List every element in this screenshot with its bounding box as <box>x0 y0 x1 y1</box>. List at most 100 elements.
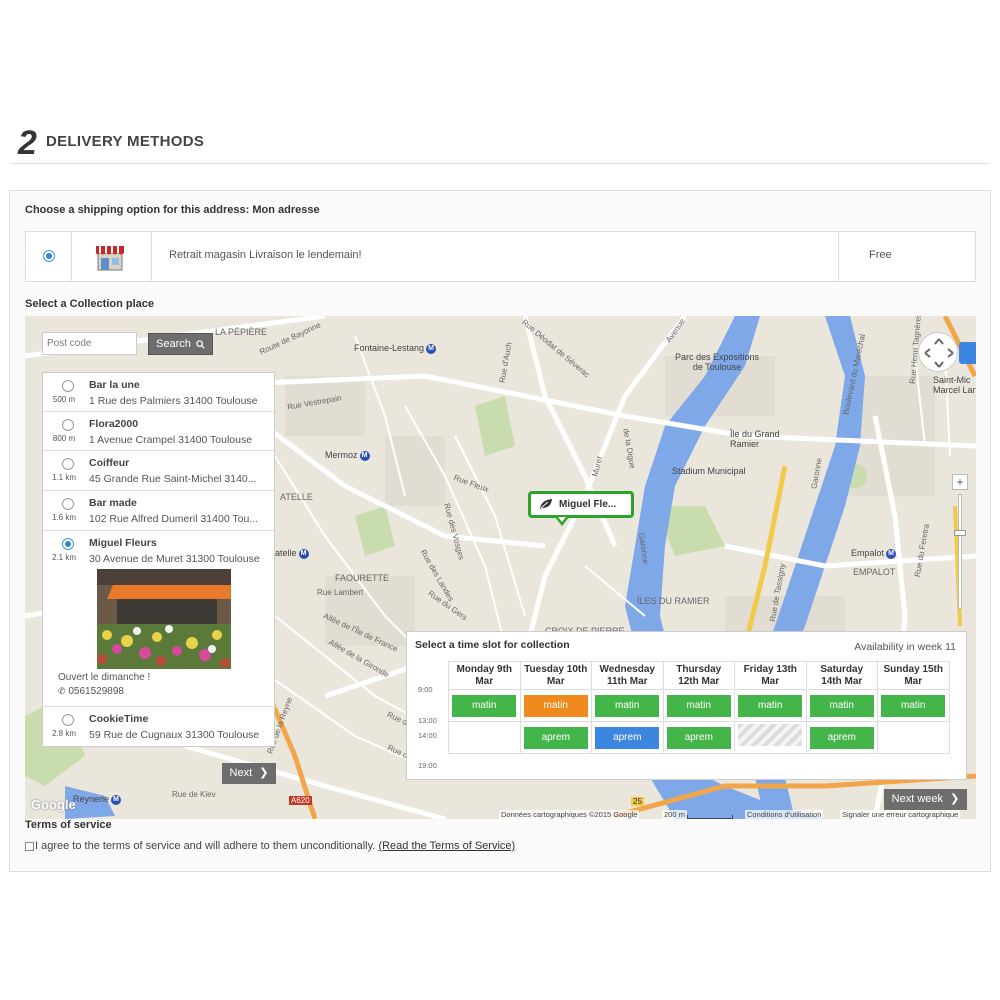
collection-place-item-selected[interactable]: 2.1 km Miguel Fleurs 30 Avenue de Muret … <box>43 531 276 707</box>
morning-slot-button[interactable]: matin <box>809 694 874 717</box>
morning-slot-cell: matin <box>519 689 592 722</box>
step-title: DELIVERY METHODS <box>46 133 205 150</box>
timeslot-week: Availability in week 11 <box>854 641 956 653</box>
timeslot-panel: Select a time slot for collection Availa… <box>406 631 967 780</box>
street-label: Rue de Kiev <box>172 790 216 799</box>
carrier-row[interactable]: Retrait magasin Livraison le lendemain! … <box>25 231 976 282</box>
chevron-right-icon: ❯ <box>950 793 960 805</box>
place-radio[interactable] <box>62 538 74 550</box>
morning-slot-button[interactable]: matin <box>738 694 803 717</box>
morning-slot-button[interactable]: matin <box>452 694 517 717</box>
morning-slot-cell: matin <box>591 689 664 722</box>
afternoon-slot-button[interactable]: aprem <box>595 726 660 749</box>
afternoon-slot-cell: aprem <box>662 721 735 754</box>
afternoon-slot-cell <box>448 721 521 754</box>
next-week-button[interactable]: Next week ❯ <box>884 789 967 810</box>
map[interactable]: Fontaine-Lestang M Parc des Expositions d… <box>25 316 976 819</box>
place-distance: 1.1 km <box>51 473 76 482</box>
afternoon-slot-cell <box>877 721 950 754</box>
collection-place-list: 500 m Bar la une 1 Rue des Palmiers 3140… <box>42 372 276 747</box>
morning-slot-cell: matin <box>734 689 807 722</box>
place-name: Bar made <box>89 497 137 509</box>
morning-slot-button[interactable]: matin <box>666 694 731 717</box>
morning-slot-cell: matin <box>448 689 521 722</box>
search-button[interactable]: Search <box>148 333 213 355</box>
collection-place-label: Select a Collection place <box>25 298 154 310</box>
zoom-slider[interactable] <box>958 494 962 609</box>
collection-place-item[interactable]: 2.8 km CookieTime 59 Rue de Cugnaux 3130… <box>43 707 276 747</box>
place-name: CookieTime <box>89 713 149 725</box>
place-distance: 2.8 km <box>51 729 76 738</box>
collection-place-item[interactable]: 1.6 km Bar made 102 Rue Alfred Dumeril 3… <box>43 491 276 531</box>
next-places-button[interactable]: Next ❯ <box>222 763 276 784</box>
map-label-stadium: Stadium Municipal <box>672 466 746 476</box>
map-label-pepiere: LA PÉPIÈRE <box>215 327 268 337</box>
place-address: 1 Avenue Crampel 31400 Toulouse <box>89 434 253 446</box>
terms-checkbox[interactable] <box>25 841 34 851</box>
place-distance: 500 m <box>52 395 76 404</box>
map-scale-bar <box>687 815 733 819</box>
place-address: 59 Rue de Cugnaux 31300 Toulouse <box>89 729 260 741</box>
day-header: Friday 13th Mar <box>734 661 807 690</box>
carrier-radio[interactable] <box>43 250 55 262</box>
afternoon-slot-button <box>738 724 803 746</box>
google-logo: Google <box>31 797 76 812</box>
map-label-atelle: ATELLE <box>280 492 313 502</box>
street-view-icon[interactable] <box>959 342 976 364</box>
metro-icon: M <box>359 450 370 461</box>
morning-slot-button[interactable]: matin <box>523 694 588 717</box>
place-address: 102 Rue Alfred Dumeril 31400 Tou... <box>89 513 259 525</box>
morning-slot-button[interactable]: matin <box>595 694 660 717</box>
morning-slot-button[interactable]: matin <box>881 694 946 717</box>
day-header: Monday 9th Mar <box>448 661 521 690</box>
morning-slot-cell: matin <box>805 689 878 722</box>
place-name: Flora2000 <box>89 418 139 430</box>
map-label-iles-ramier: ÎLES DU RAMIER <box>637 596 710 606</box>
place-distance: 2.1 km <box>51 553 76 562</box>
pan-arrows-icon <box>924 338 954 368</box>
chevron-right-icon: ❯ <box>259 767 269 779</box>
afternoon-slot-cell: aprem <box>591 721 664 754</box>
place-radio[interactable] <box>62 498 74 510</box>
street-label: Rue Lambert <box>317 588 364 597</box>
place-radio[interactable] <box>62 380 74 392</box>
zoom-in-button[interactable]: + <box>952 474 968 490</box>
phone-icon: ✆ <box>58 686 66 696</box>
postcode-input[interactable]: Post code <box>42 332 137 355</box>
terms-link[interactable]: (Read the Terms of Service) <box>378 840 515 852</box>
morning-slot-cell: matin <box>662 689 735 722</box>
map-label-mermoz: Mermoz M <box>325 450 370 461</box>
carrier-price: Free <box>869 249 892 261</box>
collection-place-item[interactable]: 1.1 km Coiffeur 45 Grande Rue Saint-Mich… <box>43 451 276 491</box>
place-radio[interactable] <box>62 458 74 470</box>
place-address: 45 Grande Rue Saint-Michel 3140... <box>89 473 257 485</box>
place-note: Ouvert le dimanche ! <box>58 672 151 683</box>
afternoon-slot-button[interactable]: aprem <box>523 726 588 749</box>
shipping-option-label: Choose a shipping option for this addres… <box>25 204 320 216</box>
terms-label: Terms of service <box>25 819 112 831</box>
collection-place-item[interactable]: 500 m Bar la une 1 Rue des Palmiers 3140… <box>43 373 276 412</box>
map-marker-popup[interactable]: Miguel Fle... <box>528 491 634 518</box>
metro-icon: M <box>426 343 437 354</box>
morning-slot-cell: matin <box>877 689 950 722</box>
place-radio[interactable] <box>62 419 74 431</box>
place-address: 30 Avenue de Muret 31300 Toulouse <box>89 553 260 565</box>
day-header: Saturday 14th Mar <box>805 661 878 690</box>
afternoon-slot-button[interactable]: aprem <box>666 726 731 749</box>
step-header: 2 DELIVERY METHODS <box>10 120 990 164</box>
map-label-faourette: FAOURETTE <box>335 573 390 583</box>
map-terms-link[interactable]: Conditions d'utilisation <box>745 810 824 819</box>
time-label: 13:00 <box>418 716 437 725</box>
map-report-link[interactable]: Signaler une erreur cartographique <box>840 810 961 819</box>
afternoon-slot-cell <box>734 721 807 754</box>
day-header: Thursday 12th Mar <box>662 661 735 690</box>
place-radio[interactable] <box>62 714 74 726</box>
map-label-empalot-metro: Empalot M <box>851 548 897 559</box>
metro-icon: M <box>298 548 309 559</box>
afternoon-slot-button[interactable]: aprem <box>809 726 874 749</box>
map-pan-control[interactable] <box>918 332 958 372</box>
afternoon-slot-cell: aprem <box>805 721 878 754</box>
place-distance: 1.6 km <box>51 513 76 522</box>
zoom-slider-handle[interactable] <box>954 530 966 536</box>
collection-place-item[interactable]: 800 m Flora2000 1 Avenue Crampel 31400 T… <box>43 412 276 451</box>
